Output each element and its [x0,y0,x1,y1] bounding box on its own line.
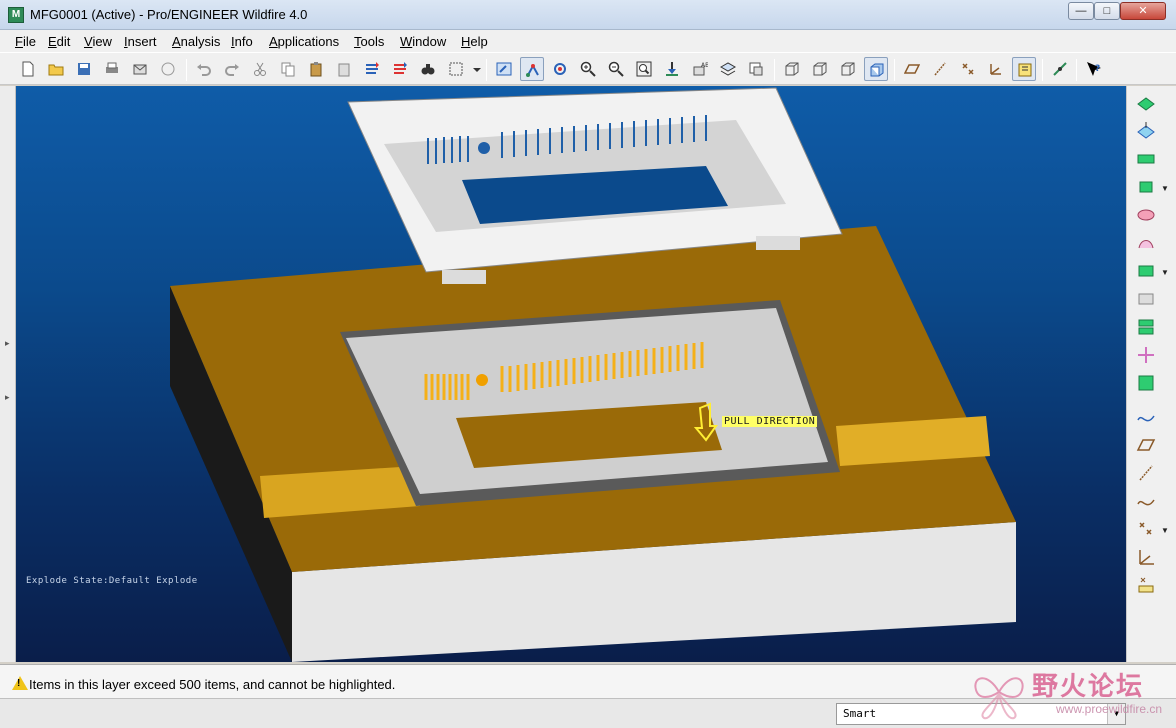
print-icon[interactable] [100,57,124,81]
window-title: MFG0001 (Active) - Pro/ENGINEER Wildfire… [30,7,308,22]
datum-points-icon[interactable] [956,57,980,81]
menu-file[interactable]: File [15,34,36,49]
title-bar: M MFG0001 (Active) - Pro/ENGINEER Wildfi… [0,0,1176,30]
watermark: 野火论坛 www.proewildfire.cn [966,662,1172,724]
dropdown-arrow-icon[interactable]: ▼ [1161,268,1169,277]
redo-icon[interactable] [220,57,244,81]
butterfly-logo-icon [974,677,1024,720]
open-folder-icon[interactable] [44,57,68,81]
send-mail-icon[interactable] [128,57,152,81]
zoom-out-icon[interactable] [604,57,628,81]
warning-bang: ! [17,678,21,689]
menu-applications[interactable]: Applications [269,34,339,49]
message-text: Items in this layer exceed 500 items, an… [29,677,396,692]
explode-state-label: Explode State:Default Explode [26,576,198,586]
save-icon[interactable] [72,57,96,81]
shading-icon[interactable] [864,57,888,81]
menu-edit[interactable]: Edit [48,34,70,49]
menu-bar: File Edit View Insert Analysis Info Appl… [0,30,1176,52]
reorient-icon[interactable] [660,57,684,81]
watermark-name: 野火论坛 [1032,672,1145,702]
find-icon[interactable] [416,57,440,81]
paste-special-icon[interactable] [332,57,356,81]
datum-axis-tool-icon[interactable] [1135,462,1157,484]
datum-point-tool-icon[interactable] [1135,518,1157,540]
no-hidden-icon[interactable] [836,57,860,81]
dropdown-arrow-icon[interactable]: ▼ [1161,184,1169,193]
main-toolbar: AB ? [0,52,1176,85]
silhouette-curve-icon[interactable] [1135,232,1157,254]
selection-filter-value: Smart [843,707,877,720]
svg-text:?: ? [1095,64,1100,74]
svg-text:AB: AB [701,62,708,69]
menu-help[interactable]: Help [461,34,488,49]
copy-icon[interactable] [276,57,300,81]
repaint-icon[interactable] [492,57,516,81]
workpiece-icon[interactable] [1135,148,1157,170]
menu-window[interactable]: Window [400,34,446,49]
close-button[interactable]: ✕ [1120,2,1166,20]
app-icon: M [8,7,24,23]
view-manager-icon[interactable] [744,57,768,81]
grip-icon: ▸ [5,392,10,402]
cast-icon[interactable] [1135,288,1157,310]
split-volume-icon[interactable] [1135,204,1157,226]
cut-icon[interactable] [248,57,272,81]
menu-tools[interactable]: Tools [354,34,384,49]
datum-planes-icon[interactable] [900,57,924,81]
sketch-icon[interactable] [1135,406,1157,428]
feature-toolbar: ▼ ▼ ▼ [1126,86,1176,662]
coord-system-tool-icon[interactable] [1135,546,1157,568]
watermark-url: www.proewildfire.cn [1056,702,1163,716]
graphics-window[interactable]: Explode State:Default Explode PULL DIREC… [16,86,1126,662]
mold-component-icon[interactable] [1135,260,1157,282]
saved-views-icon[interactable]: AB [688,57,712,81]
coord-systems-icon[interactable] [984,57,1008,81]
mail-attach-icon[interactable] [156,57,180,81]
mold-volume-icon[interactable] [1135,92,1157,114]
pull-direction-label: PULL DIRECTION [722,416,818,427]
new-file-icon[interactable] [16,57,40,81]
parting-surface-icon[interactable] [1135,176,1157,198]
dropdown-arrow-icon[interactable]: ▼ [1161,526,1169,535]
wireframe-icon[interactable] [780,57,804,81]
mold-analysis-icon[interactable] [1135,372,1157,394]
left-panel-handle[interactable]: ▸ ▸ [0,86,16,662]
mold-layout-icon[interactable] [1135,344,1157,366]
refit-icon[interactable] [632,57,656,81]
regen-manager-icon[interactable] [388,57,412,81]
select-box-icon[interactable] [444,57,468,81]
menu-insert[interactable]: Insert [124,34,157,49]
annotations-icon[interactable] [1012,57,1036,81]
mold-opening-icon[interactable] [1135,316,1157,338]
spin-center-toggle-icon[interactable] [1048,57,1072,81]
datum-axes-icon[interactable] [928,57,952,81]
hidden-line-icon[interactable] [808,57,832,81]
menu-info[interactable]: Info [231,34,253,49]
paste-icon[interactable] [304,57,328,81]
minimize-button[interactable]: — [1068,2,1094,20]
datum-plane-tool-icon[interactable] [1135,434,1157,456]
menu-analysis[interactable]: Analysis [172,34,220,49]
regenerate-icon[interactable] [360,57,384,81]
context-help-icon[interactable]: ? [1082,57,1106,81]
zoom-in-icon[interactable] [576,57,600,81]
shrinkage-icon[interactable] [1135,120,1157,142]
spin-center-icon[interactable] [520,57,544,81]
analysis-feature-icon[interactable] [1135,574,1157,596]
orient-mode-icon[interactable] [548,57,572,81]
undo-icon[interactable] [192,57,216,81]
menu-view[interactable]: View [84,34,112,49]
layers-icon[interactable] [716,57,740,81]
select-dropdown-icon[interactable] [468,57,481,81]
grip-icon: ▸ [5,338,10,348]
datum-curve-tool-icon[interactable] [1135,490,1157,512]
maximize-button[interactable]: □ [1094,2,1120,20]
